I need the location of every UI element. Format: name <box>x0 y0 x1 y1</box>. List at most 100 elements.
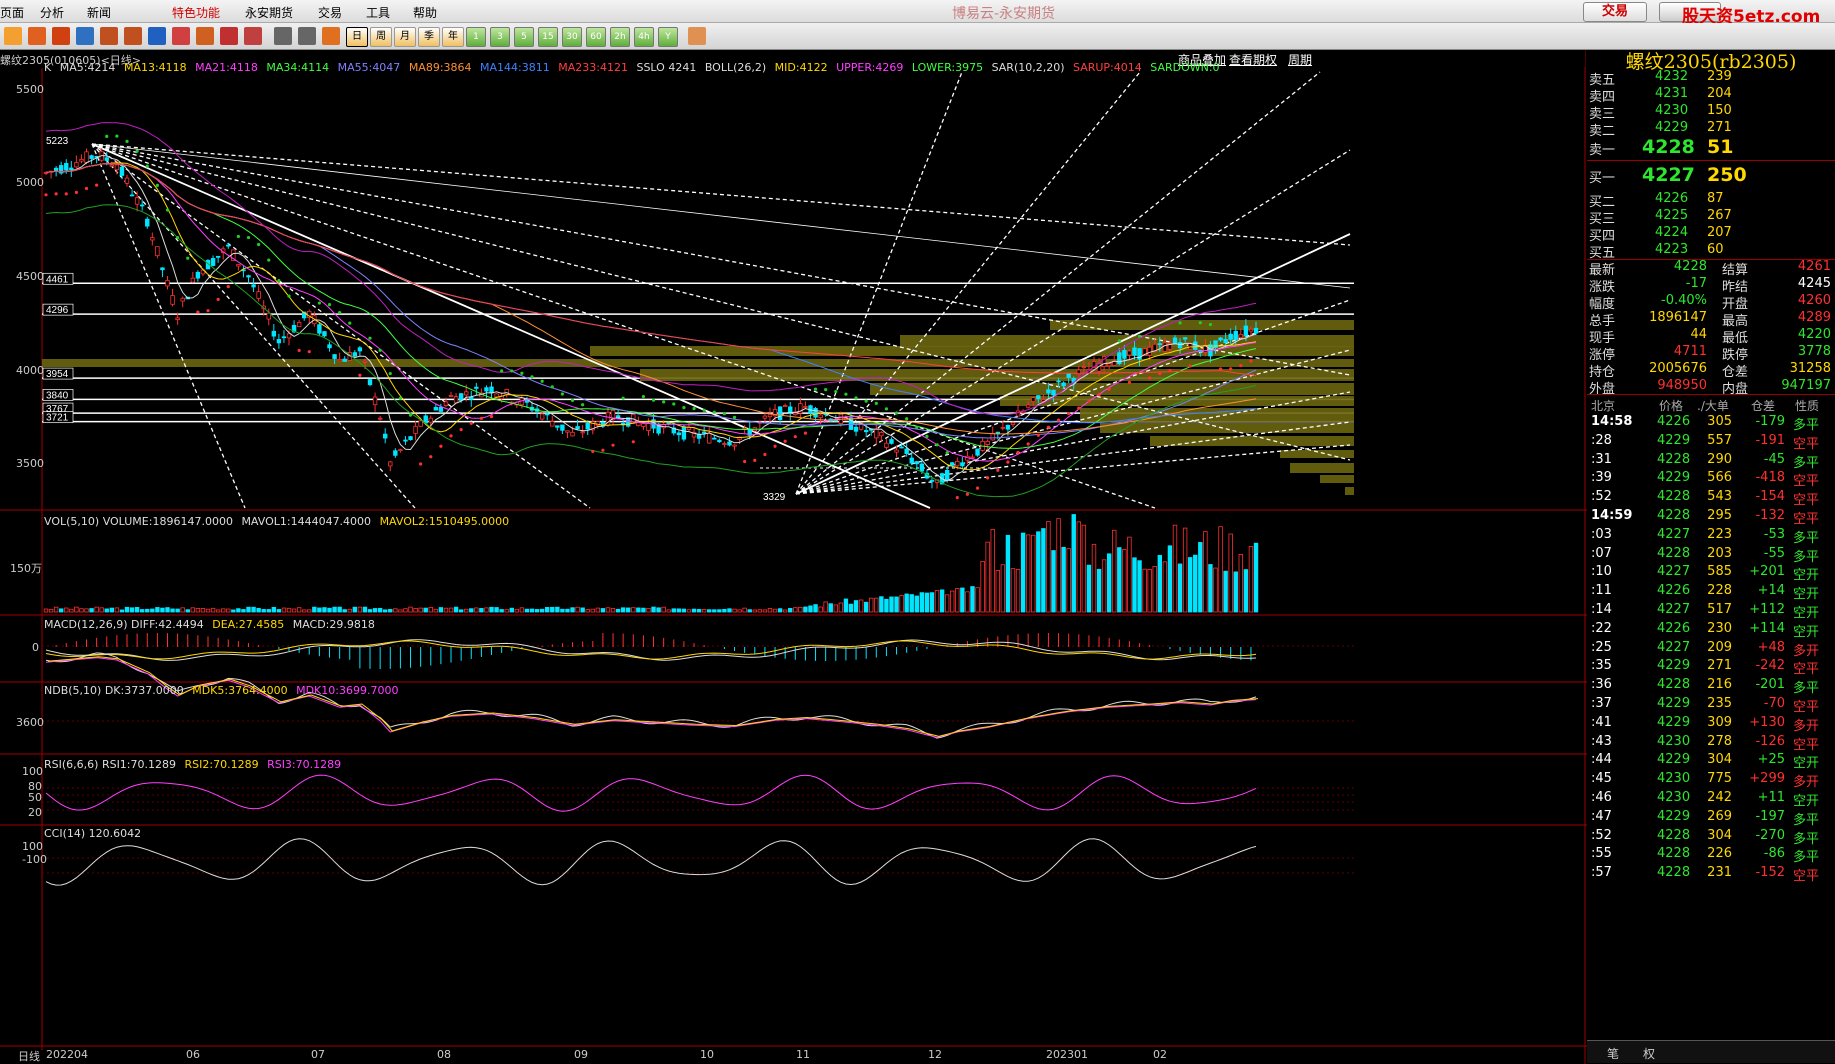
tick-oi-change: -132 <box>1755 508 1785 523</box>
tab-rights[interactable]: 权 <box>1643 1045 1655 1062</box>
candle-body <box>853 426 859 432</box>
volume-bar <box>1000 564 1006 613</box>
period-day-button[interactable]: 日 <box>346 27 368 47</box>
grid-icon[interactable] <box>274 27 292 45</box>
legend-item: MA233:4121 <box>558 61 632 74</box>
hour-4-button[interactable]: 4h <box>634 27 654 47</box>
candle-body <box>1147 346 1152 356</box>
legend-item: UPPER:4269 <box>836 61 907 74</box>
menu-item-6[interactable]: 工具 <box>366 4 390 21</box>
volume-bar <box>1056 518 1061 613</box>
candle-body <box>377 417 383 420</box>
sar-dot <box>641 394 646 399</box>
zoom-out-icon[interactable] <box>124 27 142 45</box>
filter-icon[interactable] <box>220 27 238 45</box>
tick-oi-change: -70 <box>1763 696 1785 711</box>
candle-body <box>990 432 995 441</box>
tick-time: :11 <box>1591 583 1612 599</box>
menu-item-4[interactable]: 永安期货 <box>245 4 293 21</box>
volume-bar <box>200 608 206 613</box>
volume-bar <box>1228 533 1233 613</box>
period-month-button[interactable]: 月 <box>394 27 416 47</box>
menu-item-5[interactable]: 交易 <box>318 4 342 21</box>
menu-item-0[interactable]: 页面 <box>0 4 24 21</box>
period-link[interactable]: 周期 <box>1288 51 1312 68</box>
volume-bar <box>58 608 64 613</box>
tick-chart-icon[interactable] <box>322 27 340 45</box>
sar-dot <box>975 486 980 490</box>
home-icon[interactable] <box>4 27 22 45</box>
list-icon[interactable] <box>298 27 316 45</box>
sar-dot <box>64 192 68 196</box>
brush-icon[interactable] <box>172 27 190 45</box>
candle-body <box>565 430 570 433</box>
volume-bar <box>509 607 514 613</box>
candle-body <box>210 258 216 266</box>
custom-period-button[interactable]: Y <box>658 27 678 47</box>
period-season-button[interactable]: 季 <box>418 27 440 47</box>
volume-bar <box>403 608 408 613</box>
menu-item-7[interactable]: 帮助 <box>413 4 437 21</box>
ask-price: 4228 <box>1642 136 1695 158</box>
volume-bar <box>413 608 418 613</box>
minute-30-button[interactable]: 30 <box>562 27 582 47</box>
menu-item-2[interactable]: 新闻 <box>87 4 111 21</box>
book-icon[interactable] <box>28 27 46 45</box>
period-week-button[interactable]: 周 <box>370 27 392 47</box>
minute-5-button[interactable]: 5 <box>514 27 534 47</box>
tick-time: :03 <box>1591 526 1612 542</box>
minute-15-button[interactable]: 15 <box>538 27 558 47</box>
period-year-button[interactable]: 年 <box>442 27 464 47</box>
calculator-icon[interactable] <box>688 27 706 45</box>
menu-item-1[interactable]: 分析 <box>40 4 64 21</box>
ask-row[interactable]: 卖一 4228 51 <box>1587 136 1835 158</box>
volume-bar <box>615 608 621 613</box>
x-tick-label: 202301 <box>1046 1048 1088 1061</box>
bid-price: 4223 <box>1655 242 1689 257</box>
sar-dot <box>591 449 595 454</box>
sar-dot <box>84 186 89 191</box>
volume-bar <box>438 607 444 613</box>
volume-bar <box>899 594 904 613</box>
monitor-icon[interactable] <box>76 27 94 45</box>
tick-oi-change: +112 <box>1749 602 1785 617</box>
hour-2-button[interactable]: 2h <box>610 27 630 47</box>
minute-1-button[interactable]: 1 <box>466 27 486 47</box>
candle-body <box>1106 363 1112 367</box>
volume-bar <box>160 607 165 613</box>
volume-bar <box>1152 565 1157 613</box>
candle-body <box>114 164 120 171</box>
tick-time: :47 <box>1591 808 1612 824</box>
menu-item-3[interactable]: 特色功能 <box>172 4 220 21</box>
sar-dot <box>793 435 797 439</box>
tick-price: 4228 <box>1657 827 1691 843</box>
volume-bar <box>129 607 135 613</box>
candle-body <box>251 284 256 288</box>
tab-ticks[interactable]: 笔 <box>1607 1045 1619 1062</box>
tick-row[interactable]: :57 4228 231 -152 空平 <box>1587 863 1835 884</box>
view-options-link[interactable]: 查看期权 <box>1229 51 1277 68</box>
folder-icon[interactable] <box>52 27 70 45</box>
candle-body <box>139 204 145 207</box>
volume-bar <box>220 608 226 613</box>
pen-icon[interactable] <box>196 27 214 45</box>
x-tick-label: 11 <box>796 1048 810 1061</box>
minute-60-button[interactable]: 60 <box>586 27 606 47</box>
trade-button[interactable]: 交易 <box>1583 2 1647 22</box>
volume-profile-bar <box>1050 320 1354 330</box>
bid-row[interactable]: 买一 4227 250 <box>1587 164 1835 186</box>
volume-bar <box>646 608 651 613</box>
candle-body <box>909 457 914 464</box>
kline-chart[interactable]: 44614296395438403767372152233329 <box>0 50 1587 1064</box>
tools-icon[interactable] <box>244 27 262 45</box>
zoom-in-icon[interactable] <box>100 27 118 45</box>
volume-bar <box>818 606 823 613</box>
pencil-icon[interactable] <box>148 27 166 45</box>
sar-dot <box>813 387 818 391</box>
sar-dot <box>1137 334 1142 338</box>
tick-volume: 543 <box>1707 489 1732 505</box>
volume-profile-bar <box>1100 423 1354 433</box>
minute-3-button[interactable]: 3 <box>490 27 510 47</box>
candle-body <box>489 386 494 394</box>
tick-oi-change: -152 <box>1755 865 1785 881</box>
